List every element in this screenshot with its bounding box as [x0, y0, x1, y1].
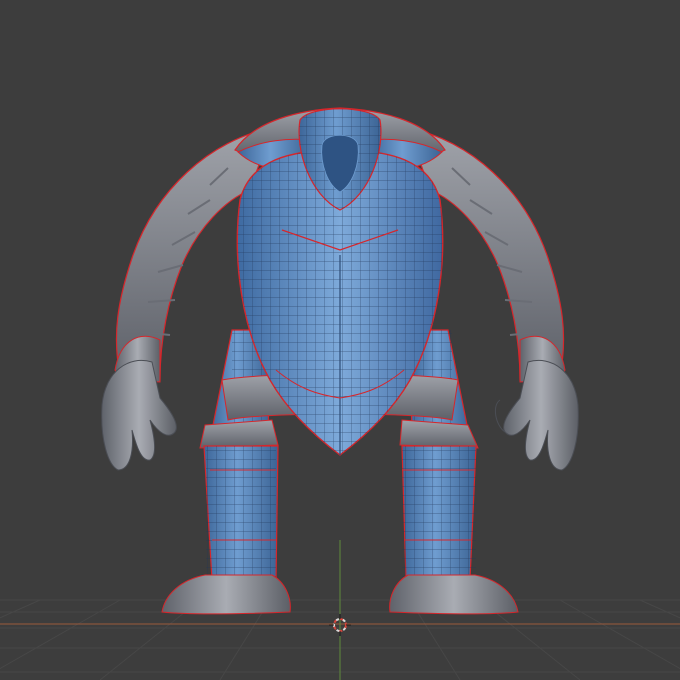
viewport-canvas[interactable] [0, 0, 680, 680]
left-hand [101, 360, 177, 471]
right-hand [494, 360, 579, 471]
3d-viewport[interactable] [0, 0, 680, 680]
